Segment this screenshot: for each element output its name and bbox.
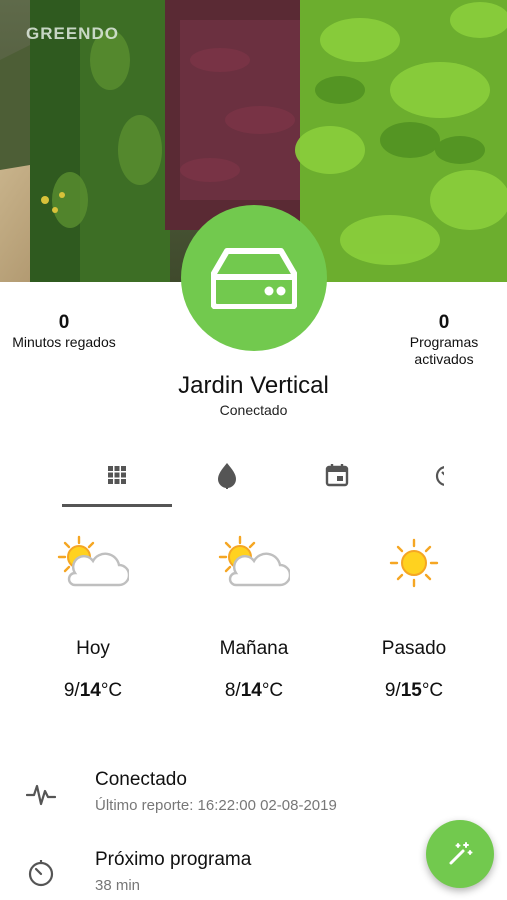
weather-day: Mañana: [219, 638, 289, 659]
brand-watermark: GREENDO: [26, 24, 119, 43]
tab-calendar[interactable]: [282, 450, 392, 500]
sunny-icon: [389, 538, 439, 588]
weather-day-after: Pasado 9/15°C: [349, 528, 479, 702]
partly-cloudy-icon: [218, 535, 290, 587]
leaf-drop-icon: [218, 463, 236, 489]
hard-drive-icon: [211, 248, 297, 309]
partly-cloudy-icon: [57, 535, 129, 587]
list-subtitle: Último reporte: 16:22:00 02-08-2019: [95, 797, 337, 814]
stat-label-line1: Programas: [409, 334, 479, 350]
calendar-icon: [325, 464, 349, 487]
tab-bar: [0, 450, 507, 508]
stat-programs-activated: 0 Programas activados: [384, 312, 504, 368]
weather-today: Hoy 9/14°C: [28, 528, 158, 702]
pulse-icon: [26, 784, 56, 806]
magic-wand-button[interactable]: [426, 820, 494, 888]
stat-value: 0: [438, 312, 450, 333]
tab-irrigation[interactable]: [172, 450, 282, 500]
tab-overview[interactable]: [62, 450, 172, 500]
device-avatar[interactable]: [181, 205, 327, 351]
weather-temp: 8/14°C: [224, 680, 284, 701]
weather-tomorrow: Mañana 8/14°C: [189, 528, 319, 702]
stat-label-line2: activados: [414, 351, 474, 367]
grid-icon: [108, 466, 126, 484]
device-status: Conectado: [219, 402, 288, 418]
list-title: Próximo programa: [95, 849, 252, 870]
list-title: Conectado: [95, 769, 187, 790]
stat-value: 0: [58, 312, 70, 333]
timer-icon: [28, 860, 54, 887]
weather-day: Pasado: [381, 638, 447, 659]
weather-temp: 9/14°C: [63, 680, 123, 701]
stat-label: Minutos regados: [12, 334, 116, 350]
list-item-connection[interactable]: Conectado Último reporte: 16:22:00 02-08…: [0, 760, 507, 830]
stat-minutes-watered: 0 Minutos regados: [4, 312, 124, 351]
device-name: Jardin Vertical: [178, 372, 329, 399]
tab-timer[interactable]: [392, 450, 502, 500]
tab-selected-indicator: [62, 504, 172, 507]
weather-day: Hoy: [76, 638, 110, 659]
magic-wand-icon: [449, 842, 473, 865]
weather-temp: 9/15°C: [384, 680, 444, 701]
list-subtitle: 38 min: [95, 877, 141, 894]
